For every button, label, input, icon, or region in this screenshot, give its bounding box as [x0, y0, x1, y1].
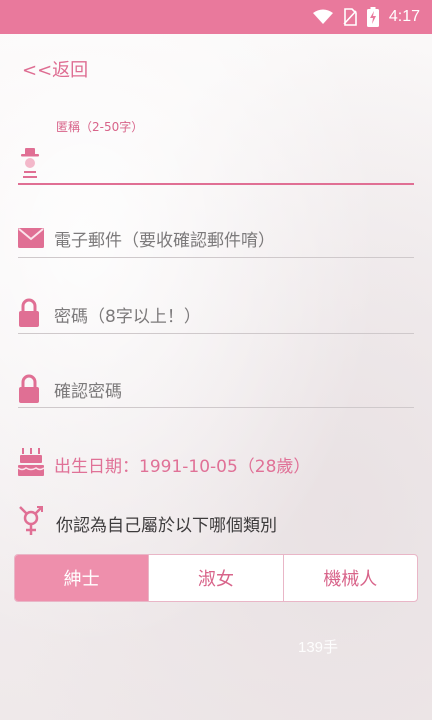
gender-icon — [19, 506, 43, 535]
birthday-text[interactable]: 出生日期：1991-10-05（28歲） — [54, 452, 310, 477]
email-field[interactable]: 電子郵件（要收確認郵件唷） — [18, 222, 414, 260]
gender-option-lady[interactable]: 淑女 — [148, 555, 282, 601]
confirm-password-input[interactable]: 確認密碼 — [54, 377, 122, 402]
nickname-field[interactable] — [18, 142, 414, 186]
battery-charging-icon — [366, 7, 379, 27]
gender-option-robot[interactable]: 機械人 — [282, 555, 417, 601]
confirm-password-underline — [18, 407, 414, 408]
status-bar: 4:17 — [0, 0, 432, 34]
lock-icon — [19, 374, 39, 403]
password-input[interactable]: 密碼（8字以上！） — [54, 302, 201, 327]
lock-icon — [19, 298, 39, 327]
birthday-field[interactable]: 出生日期：1991-10-05（28歲） — [18, 446, 414, 480]
gender-question: 你認為自己屬於以下哪個類別 — [56, 516, 277, 536]
nickname-underline — [18, 183, 414, 185]
envelope-icon — [18, 228, 44, 248]
wifi-icon — [312, 9, 333, 24]
password-underline — [18, 333, 414, 334]
watermark: 139手 — [298, 639, 339, 656]
confirm-password-field[interactable]: 確認密碼 — [18, 372, 414, 412]
no-sim-icon — [343, 8, 357, 26]
birthday-cake-icon — [18, 448, 44, 476]
password-field[interactable]: 密碼（8字以上！） — [18, 296, 414, 336]
gender-option-gentleman[interactable]: 紳士 — [15, 555, 149, 601]
email-input[interactable]: 電子郵件（要收確認郵件唷） — [54, 226, 275, 251]
gender-selector: 紳士 淑女 機械人 — [14, 554, 418, 602]
status-time: 4:17 — [388, 8, 420, 25]
nickname-label: 匿稱（2-50字） — [56, 120, 144, 134]
email-underline — [18, 257, 414, 258]
back-link[interactable]: <<返回 — [22, 56, 88, 82]
gentleman-icon — [21, 148, 39, 178]
